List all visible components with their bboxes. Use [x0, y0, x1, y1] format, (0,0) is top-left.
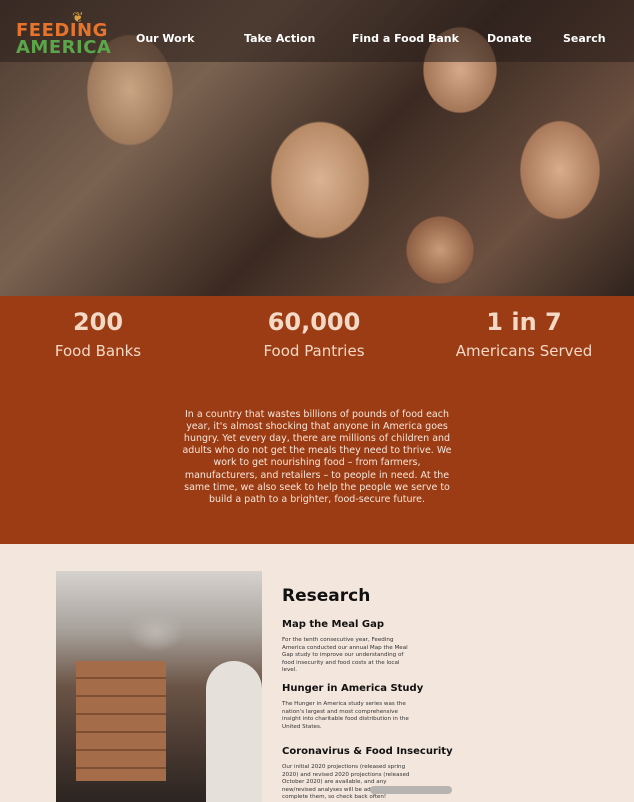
stat-americans-served: 1 in 7 Americans Served: [446, 308, 602, 362]
stats-section: 200 Food Banks 60,000 Food Pantries 1 in…: [0, 296, 634, 544]
research-title: Research: [282, 586, 371, 606]
research-item-heading[interactable]: Coronavirus & Food Insecurity: [282, 746, 453, 757]
nav-take-action[interactable]: Take Action: [244, 32, 315, 45]
stat-food-pantries: 60,000 Food Pantries: [236, 308, 392, 362]
stat-label: Food Banks: [54, 342, 142, 360]
research-item-body: Our initial 2020 projections (released s…: [282, 764, 410, 800]
food-boxes-graphic: [76, 661, 166, 781]
research-item-body: For the tenth consecutive year, Feeding …: [282, 637, 408, 673]
nav-find-food-bank[interactable]: Find a Food Bank: [352, 32, 459, 45]
volunteers-photo: [56, 571, 262, 802]
horizontal-scrollbar[interactable]: [370, 786, 452, 794]
research-item-heading[interactable]: Map the Meal Gap: [282, 619, 384, 630]
logo-line-2: AMERICA: [16, 37, 112, 58]
stat-value: 1 in 7: [486, 308, 562, 336]
nav-donate[interactable]: Donate: [487, 32, 532, 45]
feeding-america-logo[interactable]: ❦ FEEDING AMERICA: [16, 10, 112, 58]
wheat-icon: ❦: [72, 10, 85, 26]
stat-value: 60,000: [267, 308, 361, 336]
research-item-heading[interactable]: Hunger in America Study: [282, 683, 423, 694]
nav-search[interactable]: Search: [563, 32, 606, 45]
nav-our-work[interactable]: Our Work: [136, 32, 194, 45]
stat-food-banks: 200 Food Banks: [28, 308, 168, 362]
research-item-body: The Hunger in America study series was t…: [282, 701, 409, 730]
stat-value: 200: [72, 308, 124, 336]
volunteer-graphic: [206, 661, 262, 802]
mission-statement: In a country that wastes billions of pou…: [182, 408, 452, 505]
stat-label: Americans Served: [455, 342, 593, 360]
stat-label: Food Pantries: [263, 342, 365, 360]
